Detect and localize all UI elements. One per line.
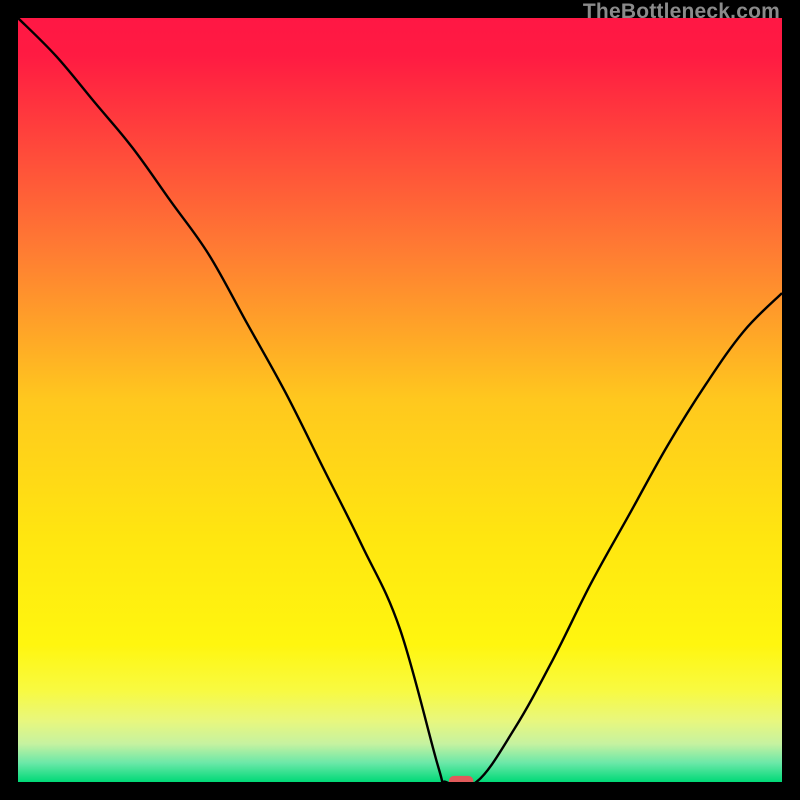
plot-area <box>18 18 782 782</box>
watermark-text: TheBottleneck.com <box>583 0 780 24</box>
optimal-marker <box>449 776 473 782</box>
chart-background <box>18 18 782 782</box>
chart-svg <box>18 18 782 782</box>
chart-frame: TheBottleneck.com <box>0 0 800 800</box>
